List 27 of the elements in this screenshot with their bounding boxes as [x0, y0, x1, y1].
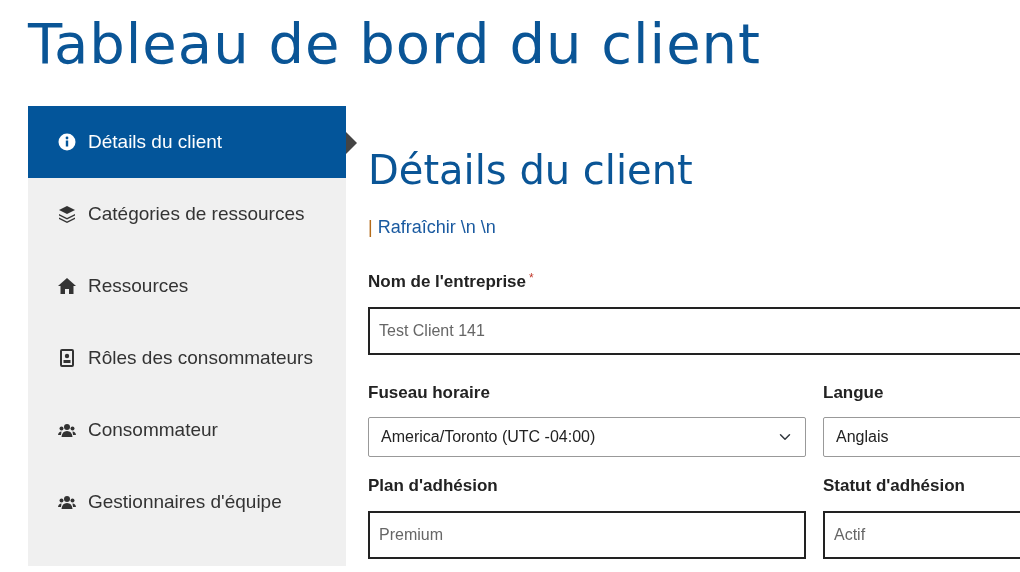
section-title: Détails du client	[368, 146, 694, 195]
field-label: Fuseau horaire	[368, 381, 490, 404]
info-icon	[58, 133, 76, 152]
users-icon	[58, 493, 76, 512]
field-label: Plan d'adhésion	[368, 475, 498, 498]
sidebar-item[interactable]: Gestionnaires d'équipe	[28, 466, 346, 539]
field-label: Langue	[823, 381, 884, 404]
input-field[interactable]: Test Client 141	[368, 306, 1020, 355]
sidebar-item[interactable]: Rôles des consommateurs	[28, 322, 346, 395]
separator: |	[368, 217, 373, 238]
users-icon	[58, 421, 76, 440]
dropdown[interactable]: America/Toronto (UTC -04:00)	[368, 417, 806, 458]
input-field[interactable]: Premium	[368, 510, 806, 559]
home-icon	[58, 277, 76, 296]
sidebar-item[interactable]: Ressources	[28, 250, 346, 323]
sidebar-item[interactable]: Catégories de ressources	[28, 178, 346, 251]
layers-icon	[58, 205, 76, 224]
page-title: Tableau de bord du client	[28, 10, 763, 78]
sidebar-item[interactable]: Consommateur	[28, 394, 346, 467]
input-field[interactable]: Actif	[823, 510, 1020, 559]
dropdown[interactable]: Anglais	[823, 417, 1020, 458]
field-label: Statut d'adhésion	[823, 475, 965, 498]
required-mark: *	[529, 271, 534, 286]
refresh-link[interactable]: Rafraîchir \n \n	[377, 217, 496, 238]
contact-card-icon	[58, 349, 76, 368]
field-label: Nom de l'entreprise	[368, 271, 527, 294]
active-pointer-icon	[346, 132, 357, 155]
